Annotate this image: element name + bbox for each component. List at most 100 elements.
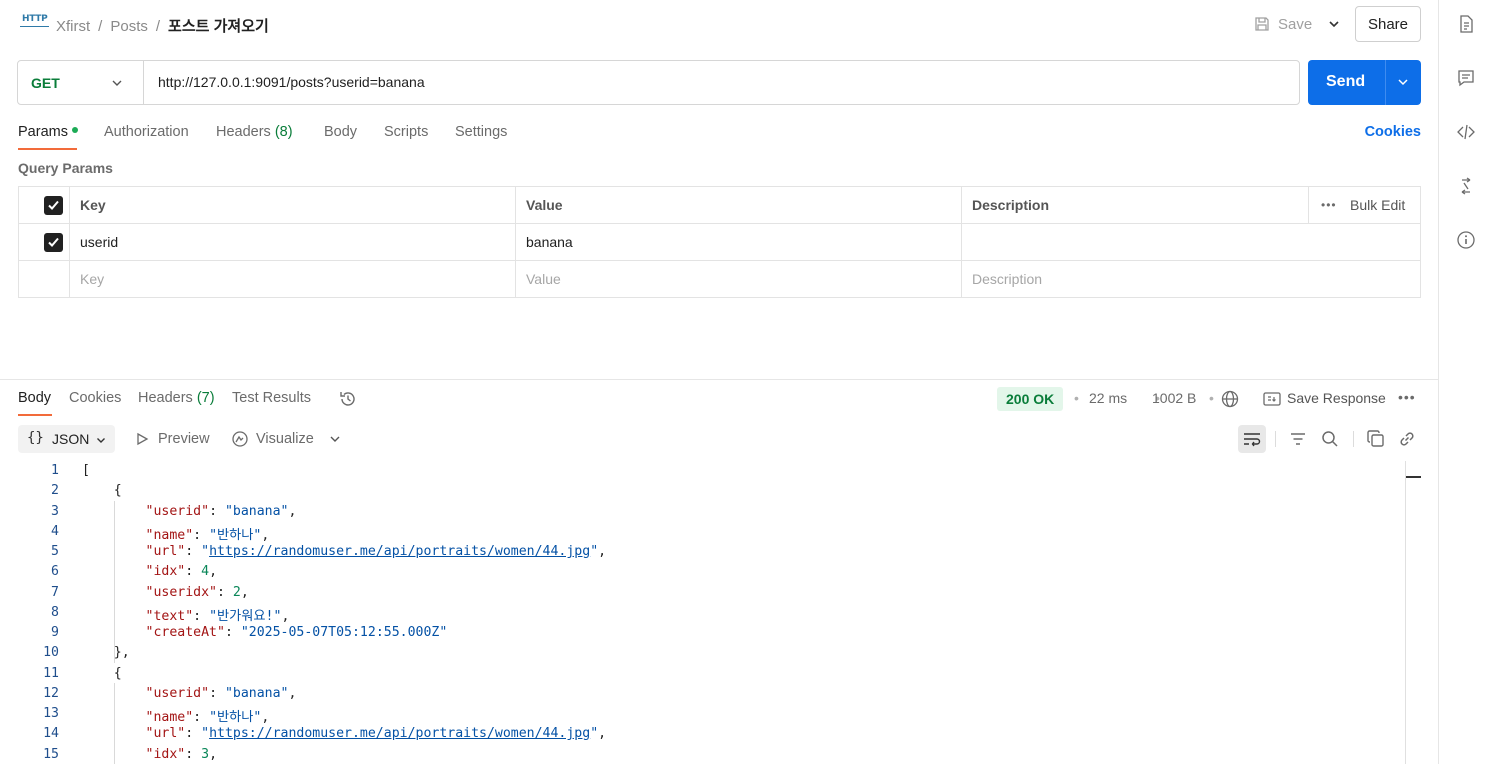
- filter-icon[interactable]: [1288, 429, 1308, 449]
- value-placeholder[interactable]: Value: [516, 261, 962, 298]
- documentation-icon[interactable]: [1456, 14, 1476, 34]
- code-line: "useridx": 2,: [145, 585, 249, 600]
- save-button[interactable]: Save: [1254, 12, 1312, 36]
- line-number: 6: [51, 564, 59, 579]
- tab-response-body[interactable]: Body: [18, 390, 51, 406]
- link-icon[interactable]: [1397, 429, 1417, 449]
- query-params-table: Key Value Description ••• Bulk Edit user…: [18, 186, 1421, 298]
- request-title[interactable]: 포스트 가져오기: [168, 18, 269, 35]
- active-tab-underline: [18, 414, 52, 416]
- response-size[interactable]: 1002 B: [1152, 390, 1196, 406]
- tab-response-headers[interactable]: Headers (7): [138, 390, 215, 406]
- editor-scrollbar[interactable]: [1405, 461, 1422, 764]
- toolbar-separator: [1275, 431, 1276, 447]
- code-icon[interactable]: [1456, 122, 1476, 142]
- description-placeholder[interactable]: Description: [962, 261, 1420, 298]
- response-body-editor[interactable]: 1 2 3 4 5 6 7 8 9 10 11 12 13 14 15 [ { …: [0, 461, 1405, 764]
- code-line: "url": "https://randomuser.me/api/portra…: [145, 544, 607, 559]
- line-number: 8: [51, 605, 59, 620]
- json-value: 반가워요!: [217, 609, 274, 624]
- bulk-edit-button[interactable]: Bulk Edit: [1350, 197, 1405, 213]
- copy-icon[interactable]: [1366, 429, 1386, 449]
- breadcrumb-workspace[interactable]: Xfirst: [56, 18, 90, 35]
- line-number: 2: [51, 483, 59, 498]
- status-badge[interactable]: 200 OK: [997, 387, 1064, 411]
- params-active-dot: [71, 127, 78, 134]
- code-line: "idx": 4,: [145, 564, 218, 579]
- history-icon[interactable]: [338, 389, 358, 409]
- query-params-title: Query Params: [18, 160, 113, 176]
- wrap-lines-button[interactable]: [1238, 425, 1266, 453]
- pane-divider[interactable]: [0, 379, 1438, 380]
- chevron-down-icon: [112, 80, 122, 86]
- tab-authorization[interactable]: Authorization: [104, 124, 189, 140]
- key-placeholder[interactable]: Key: [70, 261, 516, 298]
- param-key-cell[interactable]: userid: [70, 224, 516, 261]
- json-value: 4: [201, 564, 210, 579]
- tab-response-cookies[interactable]: Cookies: [69, 390, 121, 406]
- tab-response-headers-label: Headers: [138, 390, 193, 406]
- comments-icon[interactable]: [1456, 68, 1476, 88]
- send-button[interactable]: Send: [1308, 60, 1421, 105]
- code-line: {: [82, 483, 122, 498]
- main-pane: HTTP Xfirst / Posts / 포스트 가져오기 Save Share GE…: [0, 0, 1438, 764]
- chevron-down-icon[interactable]: [328, 432, 342, 446]
- tab-scripts[interactable]: Scripts: [384, 124, 428, 140]
- checkmark-icon: [48, 200, 59, 210]
- tab-test-results[interactable]: Test Results: [232, 390, 311, 406]
- code-line: "url": "https://randomuser.me/api/portra…: [145, 726, 607, 741]
- preview-button[interactable]: Preview: [158, 431, 210, 447]
- code-line: "idx": 3,: [145, 747, 218, 762]
- right-sidebar: [1438, 0, 1491, 764]
- code-line: {: [82, 666, 122, 681]
- code-line: "text": "반가워요!",: [145, 609, 290, 624]
- json-value: 반하나: [217, 710, 254, 725]
- send-divider: [1385, 60, 1386, 105]
- chevron-down-icon[interactable]: [1396, 75, 1410, 89]
- info-icon[interactable]: [1456, 230, 1476, 250]
- method-select[interactable]: GET: [18, 61, 144, 104]
- search-icon[interactable]: [1320, 429, 1340, 449]
- line-number: 3: [51, 504, 59, 519]
- tab-params[interactable]: Params: [18, 124, 78, 140]
- related-collections-icon[interactable]: [1456, 176, 1476, 196]
- more-options-icon[interactable]: •••: [1321, 198, 1337, 212]
- json-value: 3: [201, 747, 210, 762]
- response-headers-count: (7): [196, 390, 215, 406]
- line-number: 13: [43, 706, 59, 721]
- visualize-button[interactable]: Visualize: [256, 431, 314, 447]
- request-header: HTTP Xfirst / Posts / 포스트 가져오기 Save Share: [18, 6, 1421, 42]
- save-response-button[interactable]: Save Response: [1287, 390, 1386, 406]
- play-icon: [137, 432, 149, 446]
- select-all-checkbox[interactable]: [44, 196, 63, 215]
- breadcrumb-collection[interactable]: Posts: [110, 18, 148, 35]
- breadcrumb-separator: /: [155, 18, 161, 35]
- row-check-cell: [19, 224, 70, 261]
- url-input[interactable]: [158, 74, 1278, 90]
- format-select[interactable]: {} JSON: [18, 425, 115, 453]
- more-options-icon[interactable]: •••: [1398, 389, 1416, 405]
- save-response-icon: [1263, 392, 1281, 406]
- json-url-link[interactable]: https://randomuser.me/api/portraits/wome…: [209, 726, 590, 741]
- share-button[interactable]: Share: [1355, 6, 1421, 42]
- line-number: 15: [43, 747, 59, 762]
- param-description-cell[interactable]: [962, 224, 1420, 261]
- code-line: "createAt": "2025-05-07T05:12:55.000Z": [145, 625, 448, 640]
- code-line: },: [82, 645, 130, 660]
- tab-settings[interactable]: Settings: [455, 124, 507, 140]
- breadcrumb-separator: /: [98, 18, 103, 35]
- visualize-icon: [232, 431, 248, 447]
- globe-icon[interactable]: [1220, 389, 1240, 409]
- tab-headers[interactable]: Headers (8): [216, 124, 293, 140]
- json-url-link[interactable]: https://randomuser.me/api/portraits/wome…: [209, 544, 590, 559]
- line-number: 11: [43, 666, 59, 681]
- cookies-link[interactable]: Cookies: [1365, 124, 1421, 140]
- tab-body[interactable]: Body: [324, 124, 357, 140]
- http-icon: HTTP: [19, 14, 50, 27]
- param-value-cell[interactable]: banana: [516, 224, 962, 261]
- json-value: 반하나: [217, 528, 254, 543]
- row-checkbox[interactable]: [44, 233, 63, 252]
- response-time[interactable]: 22 ms: [1089, 390, 1127, 406]
- code-line: "name": "반하나",: [145, 528, 270, 543]
- chevron-down-icon[interactable]: [1324, 14, 1344, 34]
